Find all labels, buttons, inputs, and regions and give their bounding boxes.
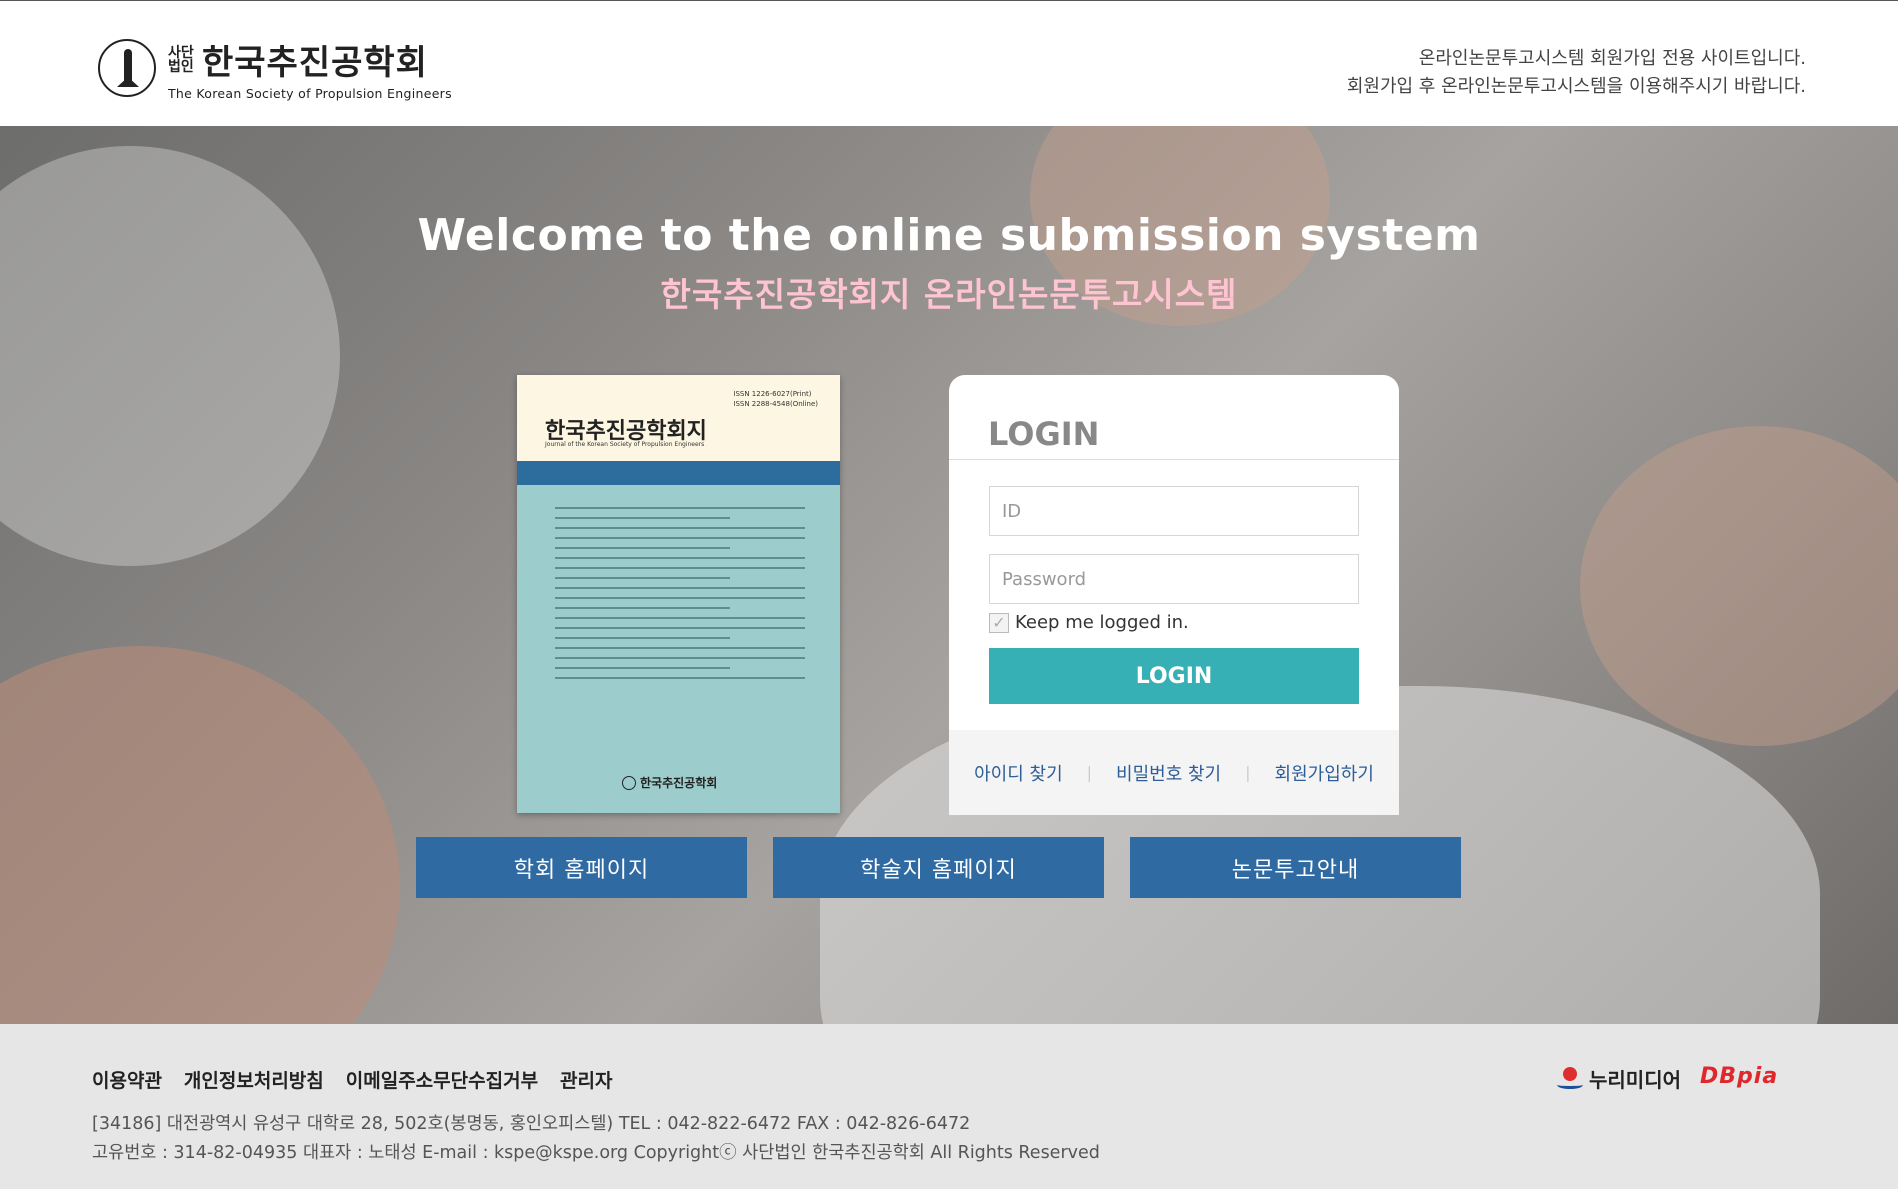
footer-links: 이용약관 개인정보처리방침 이메일주소무단수집거부 관리자	[92, 1066, 635, 1093]
find-id-link[interactable]: 아이디 찾기	[974, 760, 1063, 786]
site-logo[interactable]: 사단법인 한국추진공학회 The Korean Society of Propu…	[98, 35, 452, 101]
keep-logged-in-label: Keep me logged in.	[1015, 612, 1189, 633]
header-notice-line2: 회원가입 후 온라인논문투고시스템을 이용해주시기 바랍니다.	[1346, 76, 1806, 97]
find-password-link[interactable]: 비밀번호 찾기	[1116, 760, 1221, 786]
hero-bg-hand	[0, 646, 400, 1024]
header-notice-line1: 온라인논문투고시스템 회원가입 전용 사이트입니다.	[1418, 48, 1806, 69]
login-title: LOGIN	[988, 415, 1100, 453]
nurimedia-icon	[1555, 1066, 1585, 1091]
footer: 이용약관 개인정보처리방침 이메일주소무단수집거부 관리자 [34186] 대전…	[0, 1024, 1898, 1189]
society-homepage-button[interactable]: 학회 홈페이지	[416, 837, 747, 898]
terms-link[interactable]: 이용약관	[92, 1066, 162, 1093]
logo-english-name: The Korean Society of Propulsion Enginee…	[168, 86, 452, 101]
keep-logged-in-checkbox[interactable]: ✓	[989, 612, 1009, 633]
logo-name: 한국추진공학회	[202, 43, 428, 83]
hero-bg-sleeve	[0, 146, 340, 566]
hero-subtitle: 한국추진공학회지 온라인논문투고시스템	[660, 275, 1238, 314]
link-separator: |	[1086, 763, 1093, 782]
cover-publisher-name: 한국추진공학회	[640, 776, 718, 790]
account-links: 아이디 찾기 | 비밀번호 찾기 | 회원가입하기	[949, 730, 1399, 815]
logo-corp-label: 사단법인	[168, 44, 194, 75]
hero-title: Welcome to the online submission system	[417, 210, 1481, 261]
cover-contents	[555, 507, 805, 687]
header: 사단법인 한국추진공학회 The Korean Society of Propu…	[0, 0, 1898, 126]
password-input[interactable]	[989, 554, 1359, 604]
quick-links: 학회 홈페이지 학술지 홈페이지 논문투고안내	[416, 837, 1461, 898]
header-notice: 온라인논문투고시스템 회원가입 전용 사이트입니다. 회원가입 후 온라인논문투…	[1347, 45, 1806, 101]
cover-band	[517, 461, 840, 485]
journal-cover: ISSN 1226-6027(Print) ISSN 2288-4548(Onl…	[517, 375, 840, 813]
admin-link[interactable]: 관리자	[560, 1066, 612, 1093]
footer-address: [34186] 대전광역시 유성구 대학로 28, 502호(봉명동, 홍인오피…	[92, 1110, 1100, 1168]
keep-logged-in[interactable]: ✓ Keep me logged in.	[989, 612, 1189, 633]
society-emblem-icon	[622, 775, 636, 790]
login-panel: LOGIN ✓ Keep me logged in. LOGIN 아이디 찾기 …	[949, 375, 1399, 815]
cover-title-english: Journal of the Korean Society of Propuls…	[545, 441, 705, 448]
footer-address-line2: 고유번호 : 314-82-04935 대표자 : 노태성 E-mail : k…	[92, 1143, 1100, 1163]
signup-link[interactable]: 회원가입하기	[1275, 760, 1374, 786]
nurimedia-label: 누리미디어	[1589, 1068, 1681, 1092]
dbpia-logo[interactable]: DBpia	[1700, 1064, 1778, 1089]
login-button[interactable]: LOGIN	[989, 648, 1359, 704]
id-input[interactable]	[989, 486, 1359, 536]
login-divider	[949, 459, 1399, 460]
submission-guide-button[interactable]: 논문투고안내	[1130, 837, 1461, 898]
rocket-emblem-icon	[98, 39, 156, 97]
cover-issn-online: ISSN 2288-4548(Online)	[733, 400, 818, 408]
privacy-policy-link[interactable]: 개인정보처리방침	[184, 1066, 324, 1093]
footer-address-line1: [34186] 대전광역시 유성구 대학로 28, 502호(봉명동, 홍인오피…	[92, 1114, 971, 1134]
journal-homepage-button[interactable]: 학술지 홈페이지	[773, 837, 1104, 898]
nurimedia-logo[interactable]: 누리미디어	[1555, 1064, 1681, 1093]
cover-publisher: 한국추진공학회	[622, 774, 717, 791]
cover-issn-print: ISSN 1226-6027(Print)	[733, 390, 812, 398]
email-policy-link[interactable]: 이메일주소무단수집거부	[346, 1066, 538, 1093]
link-separator: |	[1245, 763, 1251, 782]
hero-bg-hand	[1580, 426, 1898, 746]
